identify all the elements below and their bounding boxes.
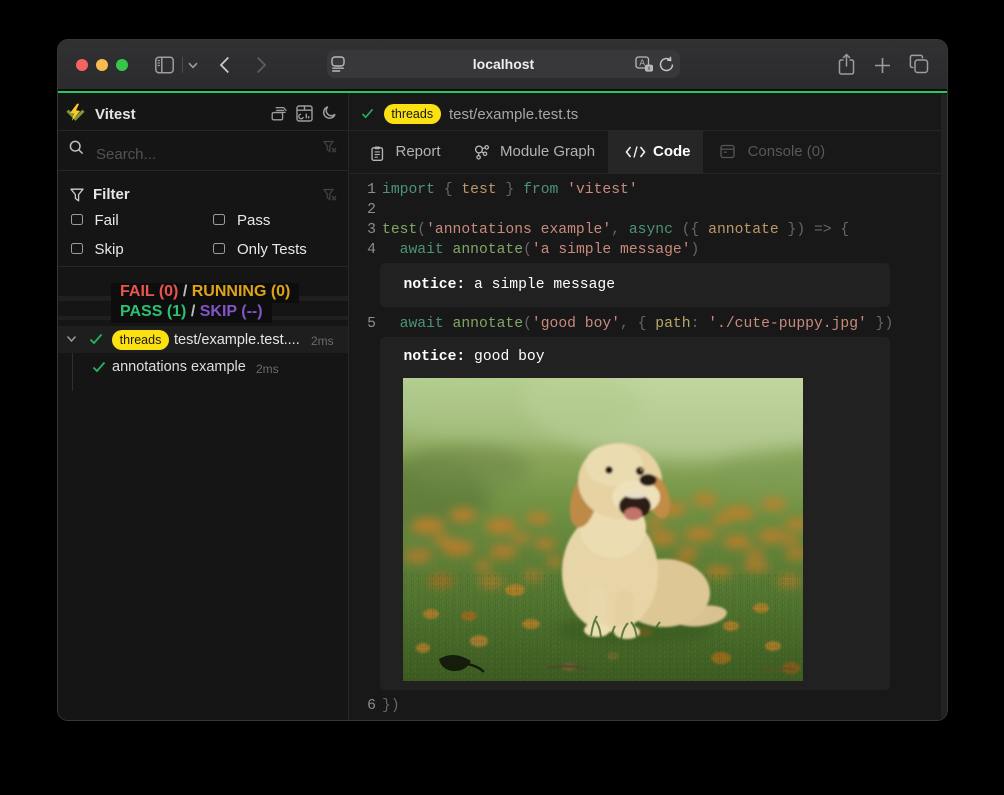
svg-text:A: A xyxy=(639,58,645,68)
svg-text:x: x xyxy=(648,66,651,72)
